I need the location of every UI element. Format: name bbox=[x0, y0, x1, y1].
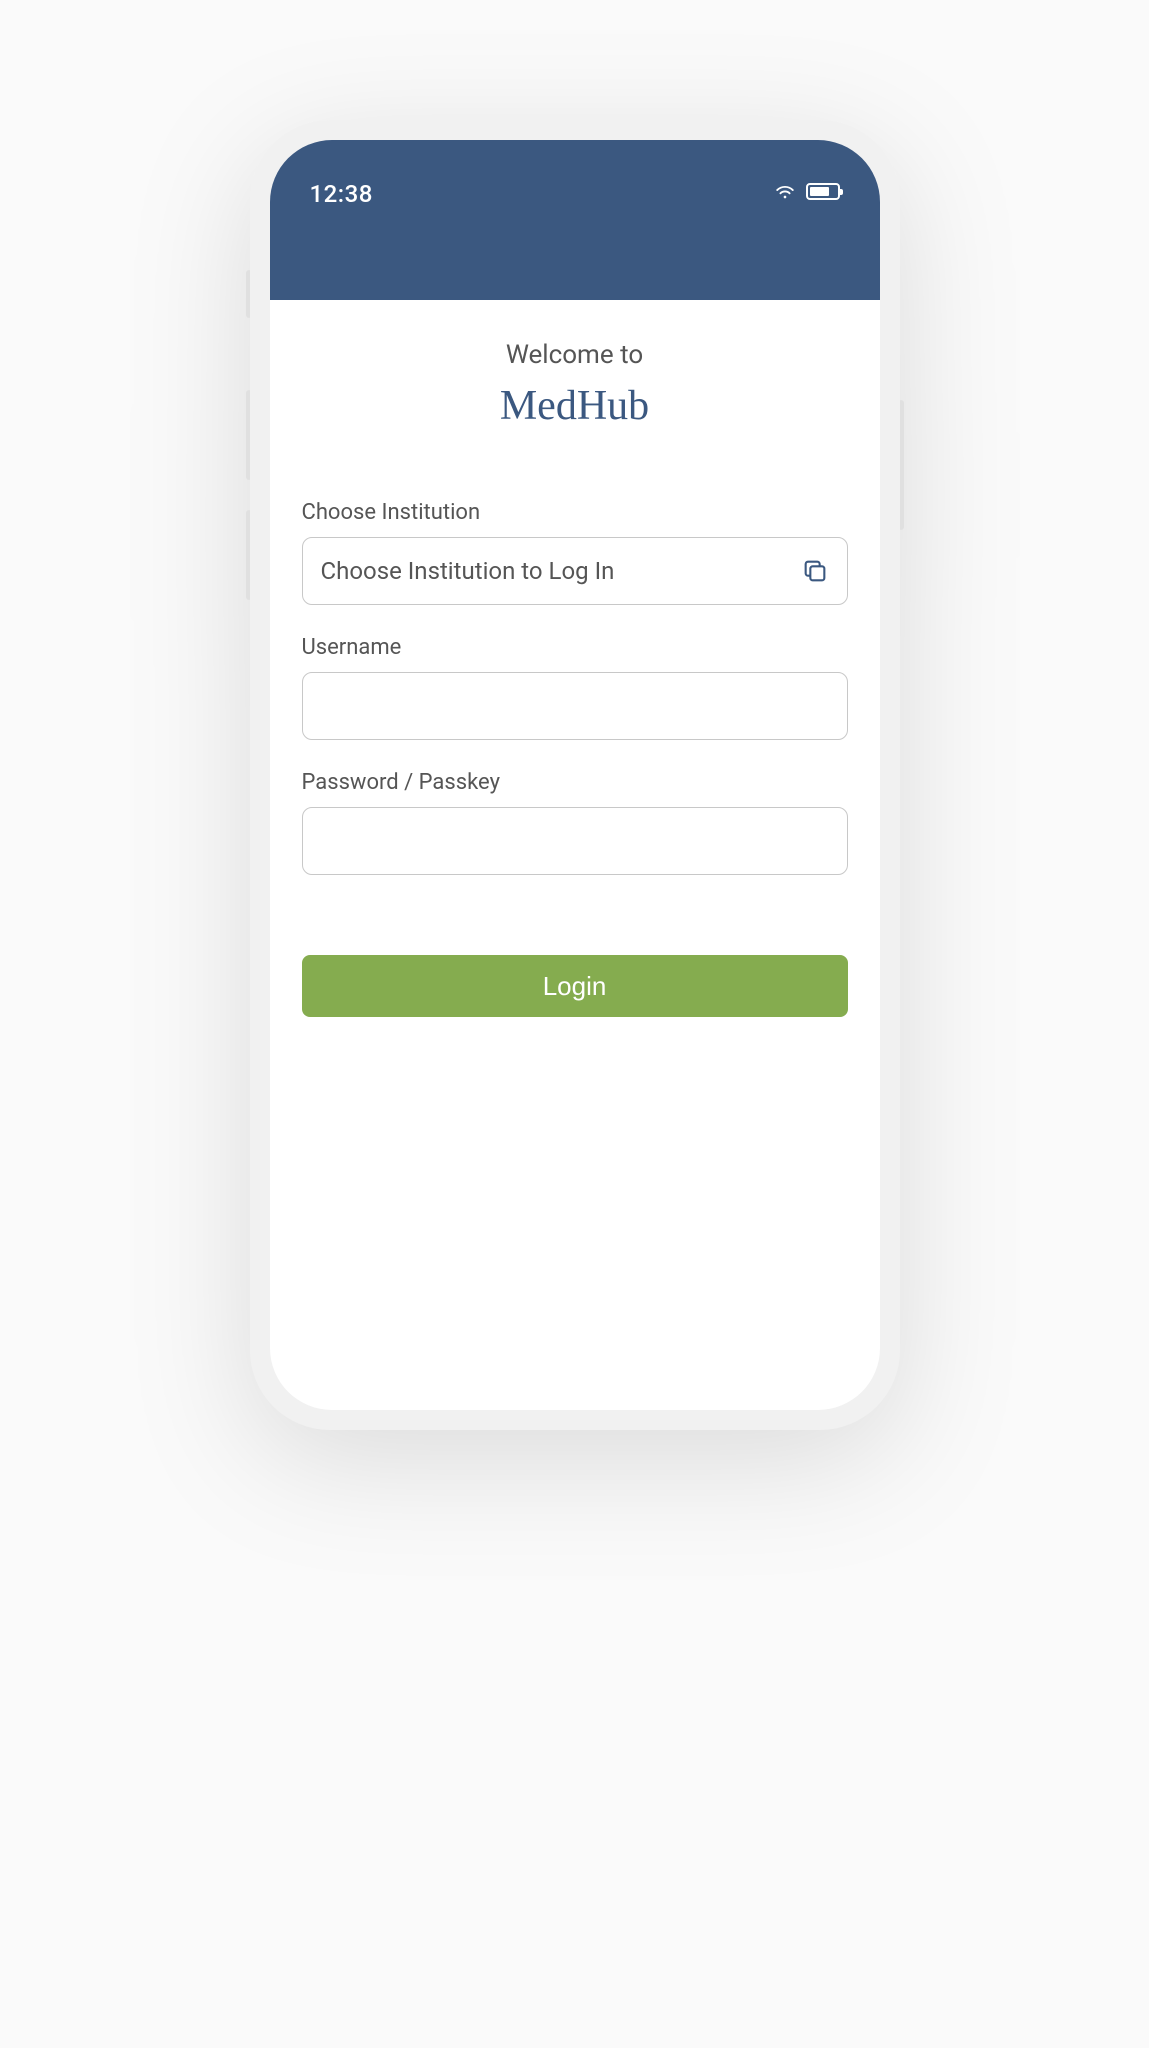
phone-frame: 12:38 Welcome to MedHub bbox=[250, 120, 900, 1430]
screen: 12:38 Welcome to MedHub bbox=[270, 140, 880, 1410]
wifi-icon bbox=[774, 180, 796, 202]
username-label: Username bbox=[302, 635, 848, 660]
brand-title: MedHub bbox=[302, 382, 848, 430]
login-content: Welcome to MedHub Choose Institution Cho… bbox=[270, 300, 880, 1057]
welcome-text: Welcome to bbox=[302, 340, 848, 370]
password-field-group: Password / Passkey bbox=[302, 770, 848, 875]
status-bar: 12:38 bbox=[270, 140, 880, 300]
copy-icon bbox=[801, 557, 829, 585]
institution-field-group: Choose Institution Choose Institution to… bbox=[302, 500, 848, 605]
status-icons bbox=[774, 180, 840, 202]
status-time: 12:38 bbox=[310, 180, 373, 208]
login-button[interactable]: Login bbox=[302, 955, 848, 1017]
battery-icon bbox=[806, 183, 840, 200]
institution-label: Choose Institution bbox=[302, 500, 848, 525]
username-input[interactable] bbox=[302, 672, 848, 740]
institution-select[interactable]: Choose Institution to Log In bbox=[302, 537, 848, 605]
password-label: Password / Passkey bbox=[302, 770, 848, 795]
institution-select-text: Choose Institution to Log In bbox=[321, 557, 615, 585]
password-input[interactable] bbox=[302, 807, 848, 875]
username-field-group: Username bbox=[302, 635, 848, 740]
